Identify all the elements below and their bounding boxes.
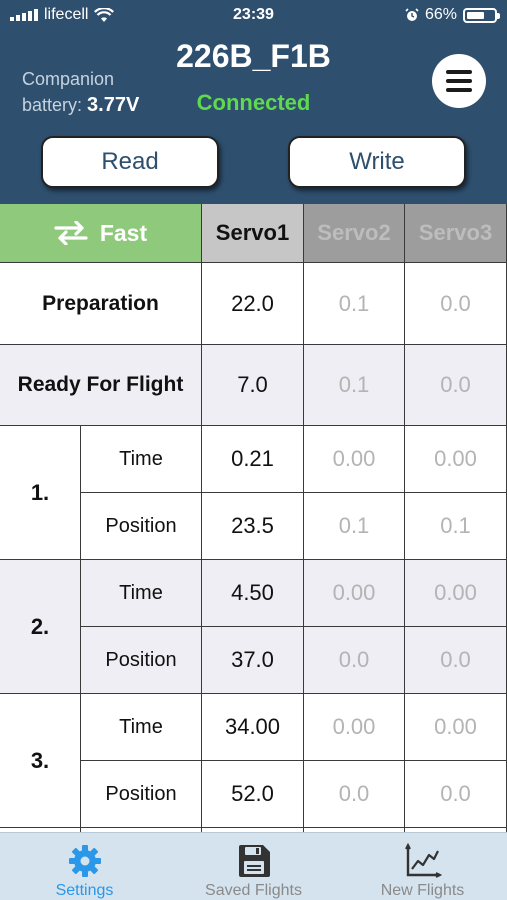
tab-new-flights-label: New Flights [380, 882, 465, 899]
battery-icon [463, 7, 500, 23]
step-2-position-label: Position [81, 627, 202, 694]
write-button[interactable]: Write [288, 136, 466, 188]
servo1-header[interactable]: Servo1 [202, 204, 304, 263]
step-2-time-servo1[interactable]: 4.50 [202, 560, 304, 627]
mode-label: Fast [99, 219, 148, 246]
step-1-position-servo1[interactable]: 23.5 [202, 493, 304, 560]
step-2-time-label: Time [81, 560, 202, 627]
step-3-position-servo3[interactable]: 0.0 [405, 761, 507, 828]
step-2-position-servo3[interactable]: 0.0 [405, 627, 507, 694]
device-name: 226B_F1B [176, 38, 331, 74]
preparation-servo3-value[interactable]: 0.0 [405, 263, 507, 345]
tab-settings[interactable]: Settings [0, 833, 169, 900]
tab-settings-label: Settings [55, 882, 114, 899]
step-2-time-servo2[interactable]: 0.00 [304, 560, 405, 627]
preparation-label: Preparation [0, 263, 202, 345]
ready-servo1-value[interactable]: 7.0 [202, 345, 304, 426]
step-1-position-label: Position [81, 493, 202, 560]
app-header: Companion battery: 3.77V 226B_F1B Connec… [0, 30, 507, 204]
step-3-time-servo1[interactable]: 34.00 [202, 694, 304, 761]
step-1-number: 1. [0, 426, 81, 560]
tab-bar: Settings Saved Flights New Flights [0, 832, 507, 900]
step-3-time-label: Time [81, 694, 202, 761]
servo2-header[interactable]: Servo2 [304, 204, 405, 263]
tab-saved-flights[interactable]: Saved Flights [169, 833, 338, 900]
step-2-position-servo1[interactable]: 37.0 [202, 627, 304, 694]
step-3-number: 3. [0, 694, 81, 828]
step-2-number: 2. [0, 560, 81, 694]
battery-status: 66% [405, 6, 500, 24]
mode-toggle-button[interactable]: Fast [0, 204, 202, 263]
servo3-header[interactable]: Servo3 [405, 204, 507, 263]
menu-button[interactable] [432, 54, 486, 108]
step-2-time-servo3[interactable]: 0.00 [405, 560, 507, 627]
ready-servo2-value[interactable]: 0.1 [304, 345, 405, 426]
servo-table: Fast Servo1 Servo2 Servo3 Preparation 22… [0, 204, 507, 832]
tab-new-flights[interactable]: New Flights [338, 833, 507, 900]
line-chart-icon [403, 841, 443, 880]
step-3-time-servo2[interactable]: 0.00 [304, 694, 405, 761]
step-3-position-servo2[interactable]: 0.0 [304, 761, 405, 828]
preparation-servo1-value[interactable]: 22.0 [202, 263, 304, 345]
step-3-time-servo3[interactable]: 0.00 [405, 694, 507, 761]
step-3-position-servo1[interactable]: 52.0 [202, 761, 304, 828]
gear-icon [65, 841, 105, 880]
step-3-position-label: Position [81, 761, 202, 828]
tab-saved-flights-label: Saved Flights [205, 882, 302, 899]
floppy-disk-icon [234, 841, 274, 880]
hamburger-icon [446, 70, 472, 74]
step-1-position-servo2[interactable]: 0.1 [304, 493, 405, 560]
step-1-time-servo2[interactable]: 0.00 [304, 426, 405, 493]
read-button[interactable]: Read [41, 136, 219, 188]
alarm-clock-icon [405, 8, 419, 21]
battery-percent: 66% [424, 6, 457, 23]
status-bar: lifecell 23:39 66% [0, 0, 507, 30]
preparation-servo2-value[interactable]: 0.1 [304, 263, 405, 345]
ready-servo3-value[interactable]: 0.0 [405, 345, 507, 426]
swap-arrows-icon [54, 221, 88, 245]
connection-status: Connected [196, 90, 311, 115]
step-2-position-servo2[interactable]: 0.0 [304, 627, 405, 694]
ready-for-flight-label: Ready For Flight [0, 345, 202, 426]
step-1-time-label: Time [81, 426, 202, 493]
step-1-time-servo1[interactable]: 0.21 [202, 426, 304, 493]
step-1-position-servo3[interactable]: 0.1 [405, 493, 507, 560]
step-1-time-servo3[interactable]: 0.00 [405, 426, 507, 493]
